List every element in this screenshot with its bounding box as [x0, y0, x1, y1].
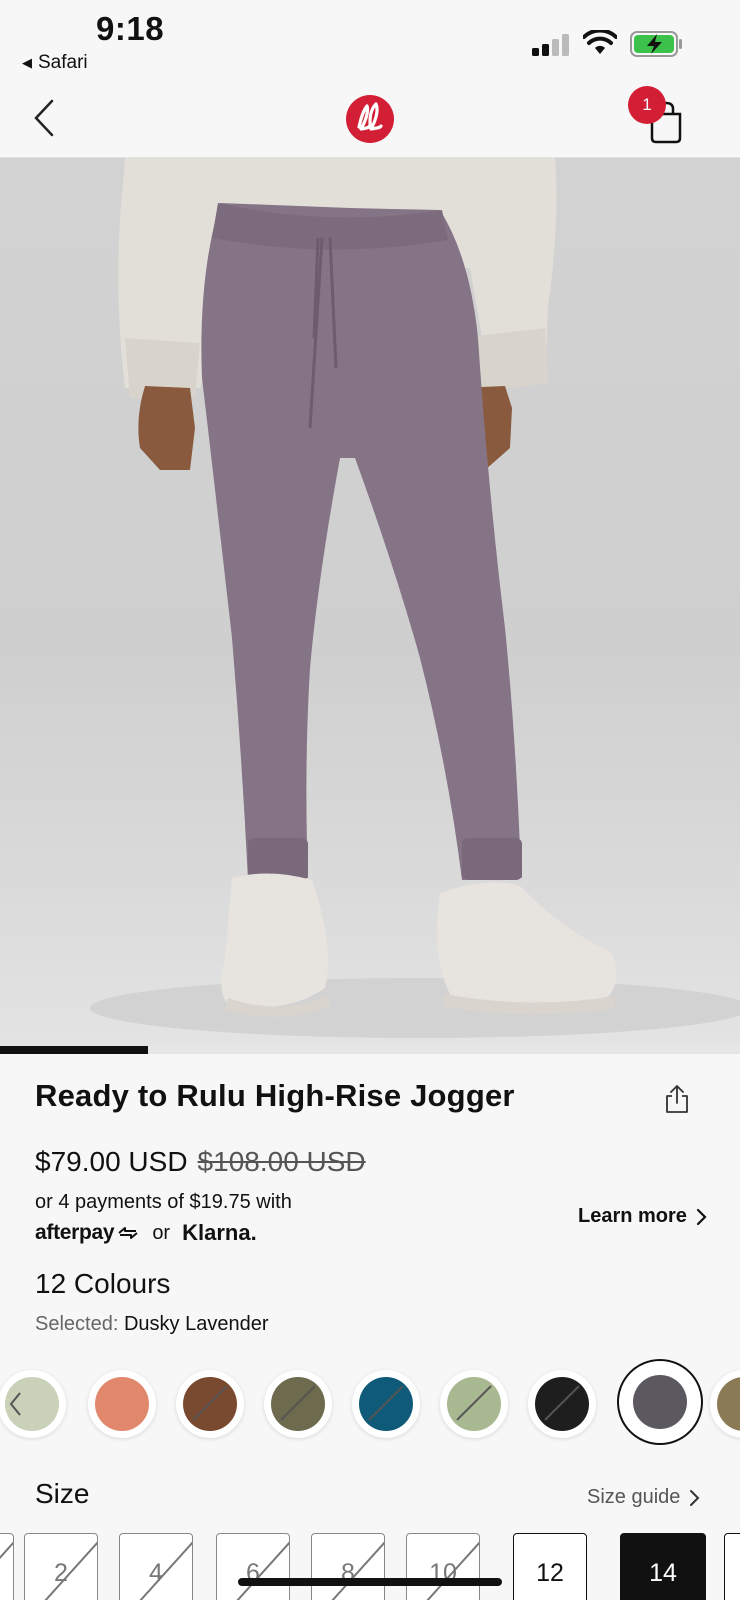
colour-swatches — [0, 1356, 740, 1456]
size-option[interactable]: 2 — [24, 1533, 98, 1600]
colours-count: 12 Colours — [35, 1268, 171, 1299]
installments-text: or 4 payments of $19.75 with — [35, 1191, 292, 1213]
afterpay-arrows-icon — [118, 1227, 138, 1239]
payment-providers: afterpay or Klarna. — [35, 1220, 257, 1246]
or-text: or — [152, 1221, 171, 1244]
sale-price: $79.00 USD — [35, 1146, 188, 1177]
swatch-colour — [633, 1375, 687, 1429]
learn-more-label: Learn more — [578, 1205, 687, 1227]
size-option[interactable]: 4 — [119, 1533, 193, 1600]
size-option[interactable]: 14 — [620, 1533, 706, 1600]
size-option[interactable]: 10 — [406, 1533, 480, 1600]
lululemon-logo[interactable] — [345, 94, 395, 144]
product-photo-illustration — [90, 158, 740, 1038]
colour-swatch[interactable] — [88, 1370, 156, 1438]
share-icon[interactable] — [664, 1084, 690, 1114]
price-row: $79.00 USD $108.00 USD — [35, 1146, 366, 1178]
colour-swatch[interactable] — [440, 1370, 508, 1438]
size-option[interactable]: 0 — [0, 1533, 14, 1600]
signal-icon — [532, 34, 569, 56]
product-image[interactable] — [0, 158, 740, 1054]
wifi-icon — [583, 30, 617, 54]
battery-charging-icon — [630, 31, 682, 57]
image-carousel-progress-fill — [0, 1046, 148, 1054]
size-option[interactable] — [724, 1533, 740, 1600]
size-options: 0 2 4 68 10 12 14 — [0, 1533, 740, 1600]
colour-swatch[interactable] — [617, 1359, 703, 1445]
selected-colour-value: Dusky Lavender — [123, 1313, 269, 1335]
selected-colour: Selected: Dusky Lavender — [35, 1313, 268, 1336]
swatch-colour — [717, 1377, 740, 1431]
colour-swatch[interactable] — [176, 1370, 244, 1438]
colour-swatch[interactable] — [528, 1370, 596, 1438]
size-option-label: 2 — [54, 1558, 68, 1587]
original-price: $108.00 USD — [197, 1146, 366, 1177]
back-app-label: Safari — [38, 52, 88, 73]
chevron-right-icon — [696, 1208, 707, 1225]
size-option[interactable]: 6 — [216, 1533, 290, 1600]
home-indicator — [238, 1578, 502, 1586]
size-option-label: 4 — [149, 1558, 163, 1587]
learn-more-link[interactable]: Learn more — [578, 1205, 707, 1228]
afterpay-logo[interactable]: afterpay — [35, 1221, 140, 1245]
size-guide-label: Size guide — [587, 1486, 681, 1508]
status-bar: 9:18 ◀ Safari — [0, 0, 740, 80]
size-label: Size — [35, 1478, 90, 1509]
colour-swatch[interactable] — [264, 1370, 332, 1438]
product-title: Ready to Rulu High-Rise Jogger — [35, 1078, 515, 1113]
chevron-left-icon[interactable] — [30, 98, 58, 138]
selected-colour-label: Selected: — [35, 1313, 119, 1335]
top-nav-bar: 1 — [0, 80, 740, 158]
swatch-colour — [95, 1377, 149, 1431]
scroll-left-icon[interactable] — [8, 1391, 22, 1417]
size-option-label: 12 — [536, 1558, 564, 1587]
chevron-right-icon — [690, 1489, 700, 1506]
back-to-safari[interactable]: ◀ Safari — [22, 52, 88, 74]
klarna-logo[interactable]: Klarna. — [182, 1220, 257, 1246]
size-option[interactable]: 8 — [311, 1533, 385, 1600]
bag-count-badge: 1 — [628, 86, 666, 124]
size-option[interactable]: 12 — [513, 1533, 587, 1600]
size-guide-link[interactable]: Size guide — [587, 1486, 700, 1509]
colour-swatch[interactable] — [352, 1370, 420, 1438]
image-carousel-progress — [0, 1046, 740, 1054]
status-time: 9:18 — [96, 10, 165, 47]
colour-swatch[interactable] — [710, 1370, 740, 1438]
size-option-label: 14 — [649, 1558, 677, 1587]
back-triangle-icon: ◀ — [22, 55, 32, 70]
afterpay-wordmark: afterpay — [35, 1221, 115, 1244]
